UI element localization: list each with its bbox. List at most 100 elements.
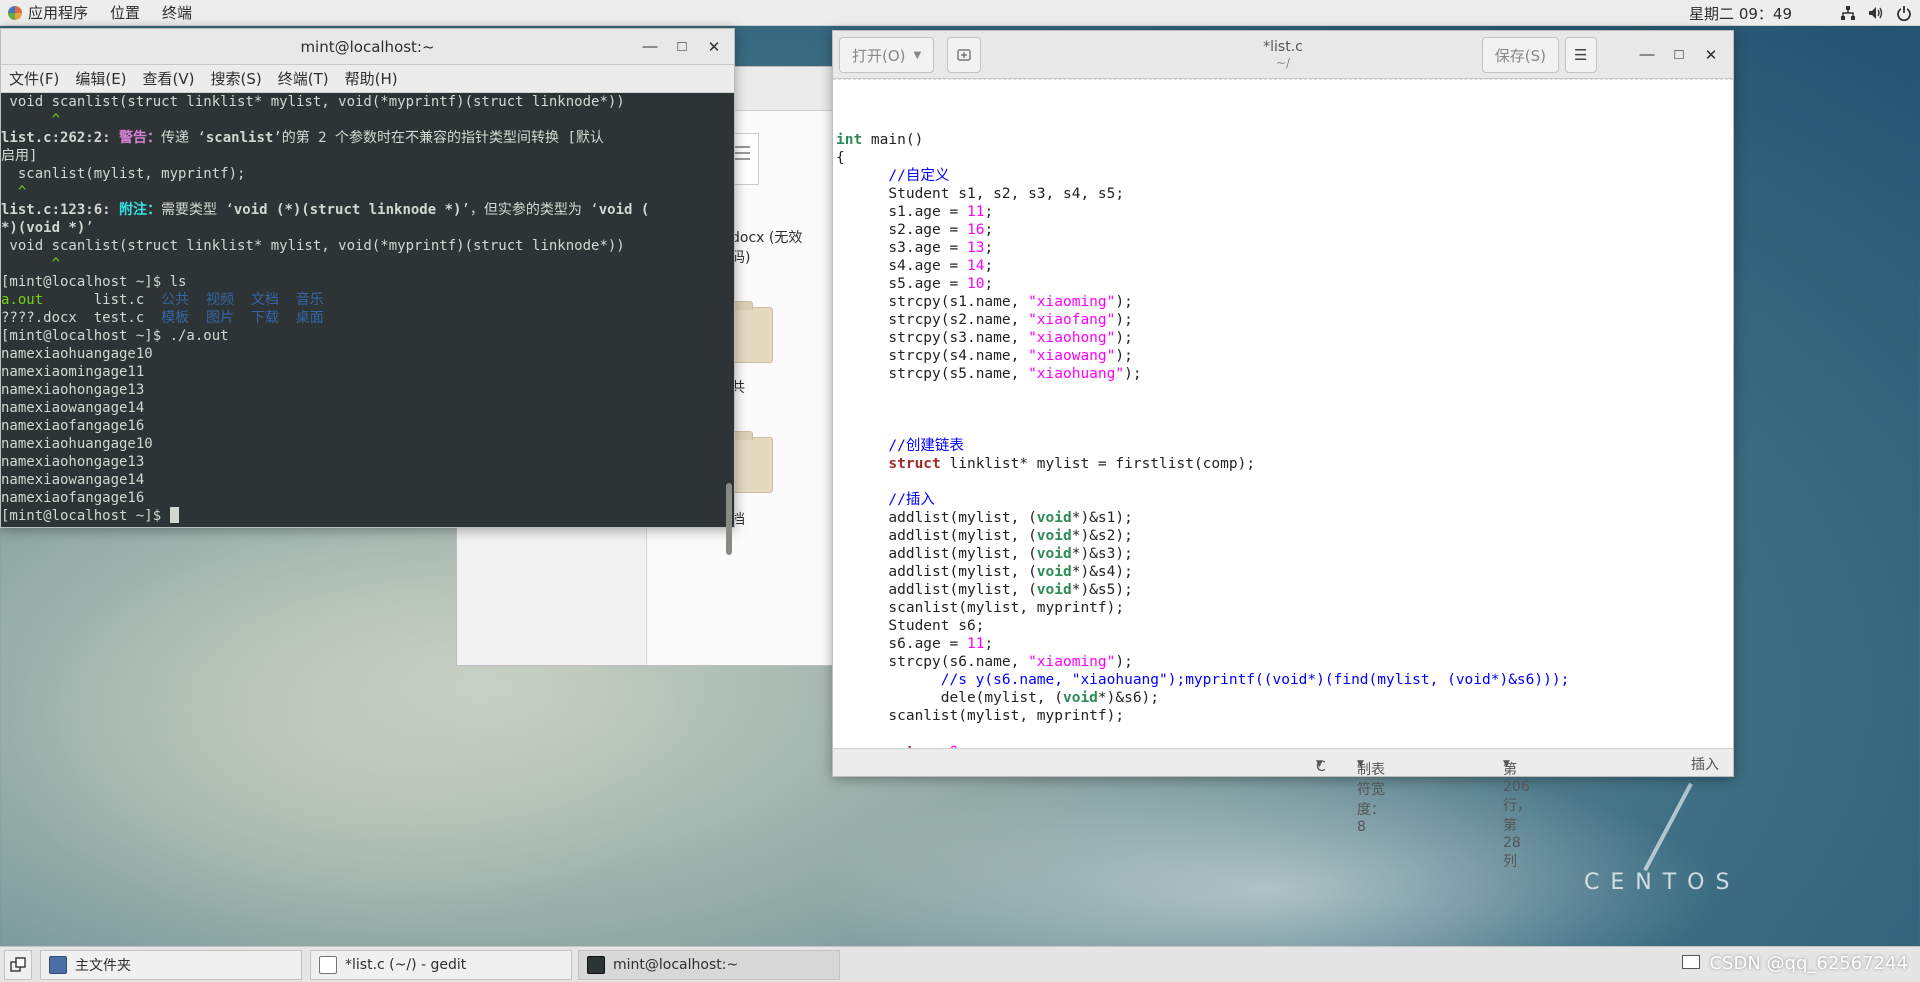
terminal-warning-line: list.c:262:2: 警告：传递 ‘scanlist’的第 2 个参数时在… xyxy=(1,130,604,146)
minimize-button[interactable]: — xyxy=(636,35,664,59)
program-output-line: namexiaofangage16 xyxy=(1,490,145,506)
chevron-down-icon: ▼ xyxy=(1357,759,1364,769)
bottom-taskbar: 主文件夹 *list.c (~/) - gedit mint@localhost… xyxy=(0,946,1920,982)
code-line: s3.age = 13; xyxy=(888,240,994,256)
taskbar-item-terminal[interactable]: mint@localhost:~ xyxy=(578,950,840,980)
terminal-prompt-line[interactable]: [mint@localhost ~]$ xyxy=(1,507,718,525)
maximize-button[interactable]: □ xyxy=(1665,43,1693,67)
gedit-window: 打开(O) ▼ *list.c ~/ 保存(S) ☰ — □ ✕ int mai… xyxy=(832,30,1734,870)
chevron-down-icon: ▼ xyxy=(913,49,922,61)
terminal-window: mint@localhost:~ — □ ✕ 文件(F) 编辑(E) 查看(V)… xyxy=(0,28,735,555)
code-line: s5.age = 10; xyxy=(888,276,994,292)
terminal-note-line: list.c:123:6: 附注：需要类型 ‘void (*)(struct l… xyxy=(1,202,650,218)
network-icon[interactable] xyxy=(1840,5,1856,21)
menu-terminal[interactable]: 终端(T) xyxy=(270,68,337,89)
terminal-titlebar[interactable]: mint@localhost:~ — □ ✕ xyxy=(1,29,734,65)
menu-file[interactable]: 文件(F) xyxy=(1,68,67,89)
terminal-output[interactable]: void scanlist(struct linklist* mylist, v… xyxy=(1,93,734,527)
gedit-statusbar: C ▼ 制表符宽度：8 ▼ 第 206 行，第 28 列 ▼ 插入 xyxy=(833,748,1733,870)
gedit-headerbar[interactable]: 打开(O) ▼ *list.c ~/ 保存(S) ☰ — □ ✕ xyxy=(833,31,1733,79)
code-editor[interactable]: int main() { //自定义 Student s1, s2, s3, s… xyxy=(833,79,1733,778)
program-output-line: namexiaofangage16 xyxy=(1,418,145,434)
minimize-button[interactable]: — xyxy=(1633,43,1661,67)
terminal-prompt-line: [mint@localhost ~]$ ./a.out xyxy=(1,328,229,344)
code-line: strcpy(s5.name, "xiaohuang"); xyxy=(888,366,1142,382)
insert-mode[interactable]: 插入 xyxy=(1691,754,1719,774)
chevron-down-icon: ▼ xyxy=(1503,759,1510,769)
ls-output-line: ????.docx test.c 模板 图片 下载 桌面 xyxy=(1,310,324,326)
document-title: *list.c ~/ xyxy=(1263,38,1303,70)
program-output-line: namexiaomingage11 xyxy=(1,364,145,380)
program-output-line: namexiaohongage13 xyxy=(1,454,145,470)
code-line: strcpy(s3.name, "xiaohong"); xyxy=(888,330,1133,346)
terminal-menu[interactable]: 终端 xyxy=(151,2,203,23)
code-line: s2.age = 16; xyxy=(888,222,994,238)
taskbar-item-home-folder[interactable]: 主文件夹 xyxy=(40,950,302,980)
ls-output-line: a.out list.c 公共 视频 文档 音乐 xyxy=(1,292,324,308)
watermark: CSDN @qq_62567244 xyxy=(1709,953,1908,974)
hamburger-menu-button[interactable]: ☰ xyxy=(1565,37,1597,73)
code-line: scanlist(mylist, myprintf); xyxy=(888,600,1125,616)
program-output-line: namexiaowangage14 xyxy=(1,400,145,416)
terminal-line: ^ xyxy=(1,184,27,200)
program-output-line: namexiaowangage14 xyxy=(1,472,145,488)
menu-view[interactable]: 查看(V) xyxy=(135,68,203,89)
code-comment: //s y(s6.name, "xiaohuang");myprintf((vo… xyxy=(940,672,1570,688)
open-button[interactable]: 打开(O) ▼ xyxy=(839,37,935,73)
code-line: Student s1, s2, s3, s4, s5; xyxy=(888,186,1125,202)
top-panel: 应用程序 位置 终端 星期二 09：49 xyxy=(0,0,1920,26)
save-button[interactable]: 保存(S) xyxy=(1481,37,1559,73)
terminal-prompt-line: [mint@localhost ~]$ ls xyxy=(1,274,187,290)
terminal-menubar: 文件(F) 编辑(E) 查看(V) 搜索(S) 终端(T) 帮助(H) xyxy=(1,65,734,93)
places-menu[interactable]: 位置 xyxy=(99,2,151,23)
code-line: int main() xyxy=(836,132,924,148)
maximize-button[interactable]: □ xyxy=(668,35,696,59)
menu-icon: ☰ xyxy=(1574,46,1588,64)
file-label[interactable]: docx (无效 xyxy=(731,227,802,247)
terminal-scrollbar[interactable] xyxy=(722,93,732,527)
terminal-scrollbar-thumb[interactable] xyxy=(726,483,732,555)
terminal-line: 启用] xyxy=(1,148,38,164)
code-line: addlist(mylist, (void*)&s4); xyxy=(888,564,1133,580)
code-comment: //自定义 xyxy=(888,168,950,184)
code-line: addlist(mylist, (void*)&s2); xyxy=(888,528,1133,544)
text-editor-icon xyxy=(319,956,337,974)
new-document-icon xyxy=(957,49,971,61)
terminal-line: scanlist(mylist, myprintf); xyxy=(1,166,246,182)
code-line: s4.age = 14; xyxy=(888,258,994,274)
code-line: strcpy(s1.name, "xiaoming"); xyxy=(888,294,1133,310)
terminal-line: *)(void *)’ xyxy=(1,220,94,236)
applications-menu[interactable]: 应用程序 xyxy=(22,2,99,23)
menu-edit[interactable]: 编辑(E) xyxy=(67,68,134,89)
code-comment: //插入 xyxy=(888,492,935,508)
terminal-line: void scanlist(struct linklist* mylist, v… xyxy=(1,94,625,110)
workspace-indicator[interactable] xyxy=(1682,955,1700,969)
code-line: strcpy(s2.name, "xiaofang"); xyxy=(888,312,1133,328)
code-line: { xyxy=(836,150,845,166)
code-line: dele(mylist, (void*)&s6); xyxy=(940,690,1160,706)
close-button[interactable]: ✕ xyxy=(700,35,728,59)
chevron-down-icon: ▼ xyxy=(1316,759,1323,769)
terminal-line: ^ xyxy=(1,112,61,128)
program-output-line: namexiaohongage13 xyxy=(1,382,145,398)
program-output-line: namexiaohuangage10 xyxy=(1,346,153,362)
clock[interactable]: 星期二 09：49 xyxy=(1689,3,1792,24)
new-document-button[interactable] xyxy=(947,37,981,73)
power-icon[interactable] xyxy=(1896,5,1912,22)
menu-search[interactable]: 搜索(S) xyxy=(203,68,270,89)
program-output-line: namexiaohuangage10 xyxy=(1,436,153,452)
show-desktop-button[interactable] xyxy=(4,950,32,980)
volume-icon[interactable] xyxy=(1868,5,1884,21)
code-line: scanlist(mylist, myprintf); xyxy=(888,708,1125,724)
taskbar-item-gedit[interactable]: *list.c (~/) - gedit xyxy=(310,950,572,980)
terminal-cursor xyxy=(169,507,179,523)
code-line: struct linklist* mylist = firstlist(comp… xyxy=(888,456,1256,472)
code-line: s1.age = 11; xyxy=(888,204,994,220)
menu-help[interactable]: 帮助(H) xyxy=(337,68,406,89)
terminal-title: mint@localhost:~ xyxy=(300,37,435,56)
code-line: addlist(mylist, (void*)&s3); xyxy=(888,546,1133,562)
close-button[interactable]: ✕ xyxy=(1697,43,1725,67)
